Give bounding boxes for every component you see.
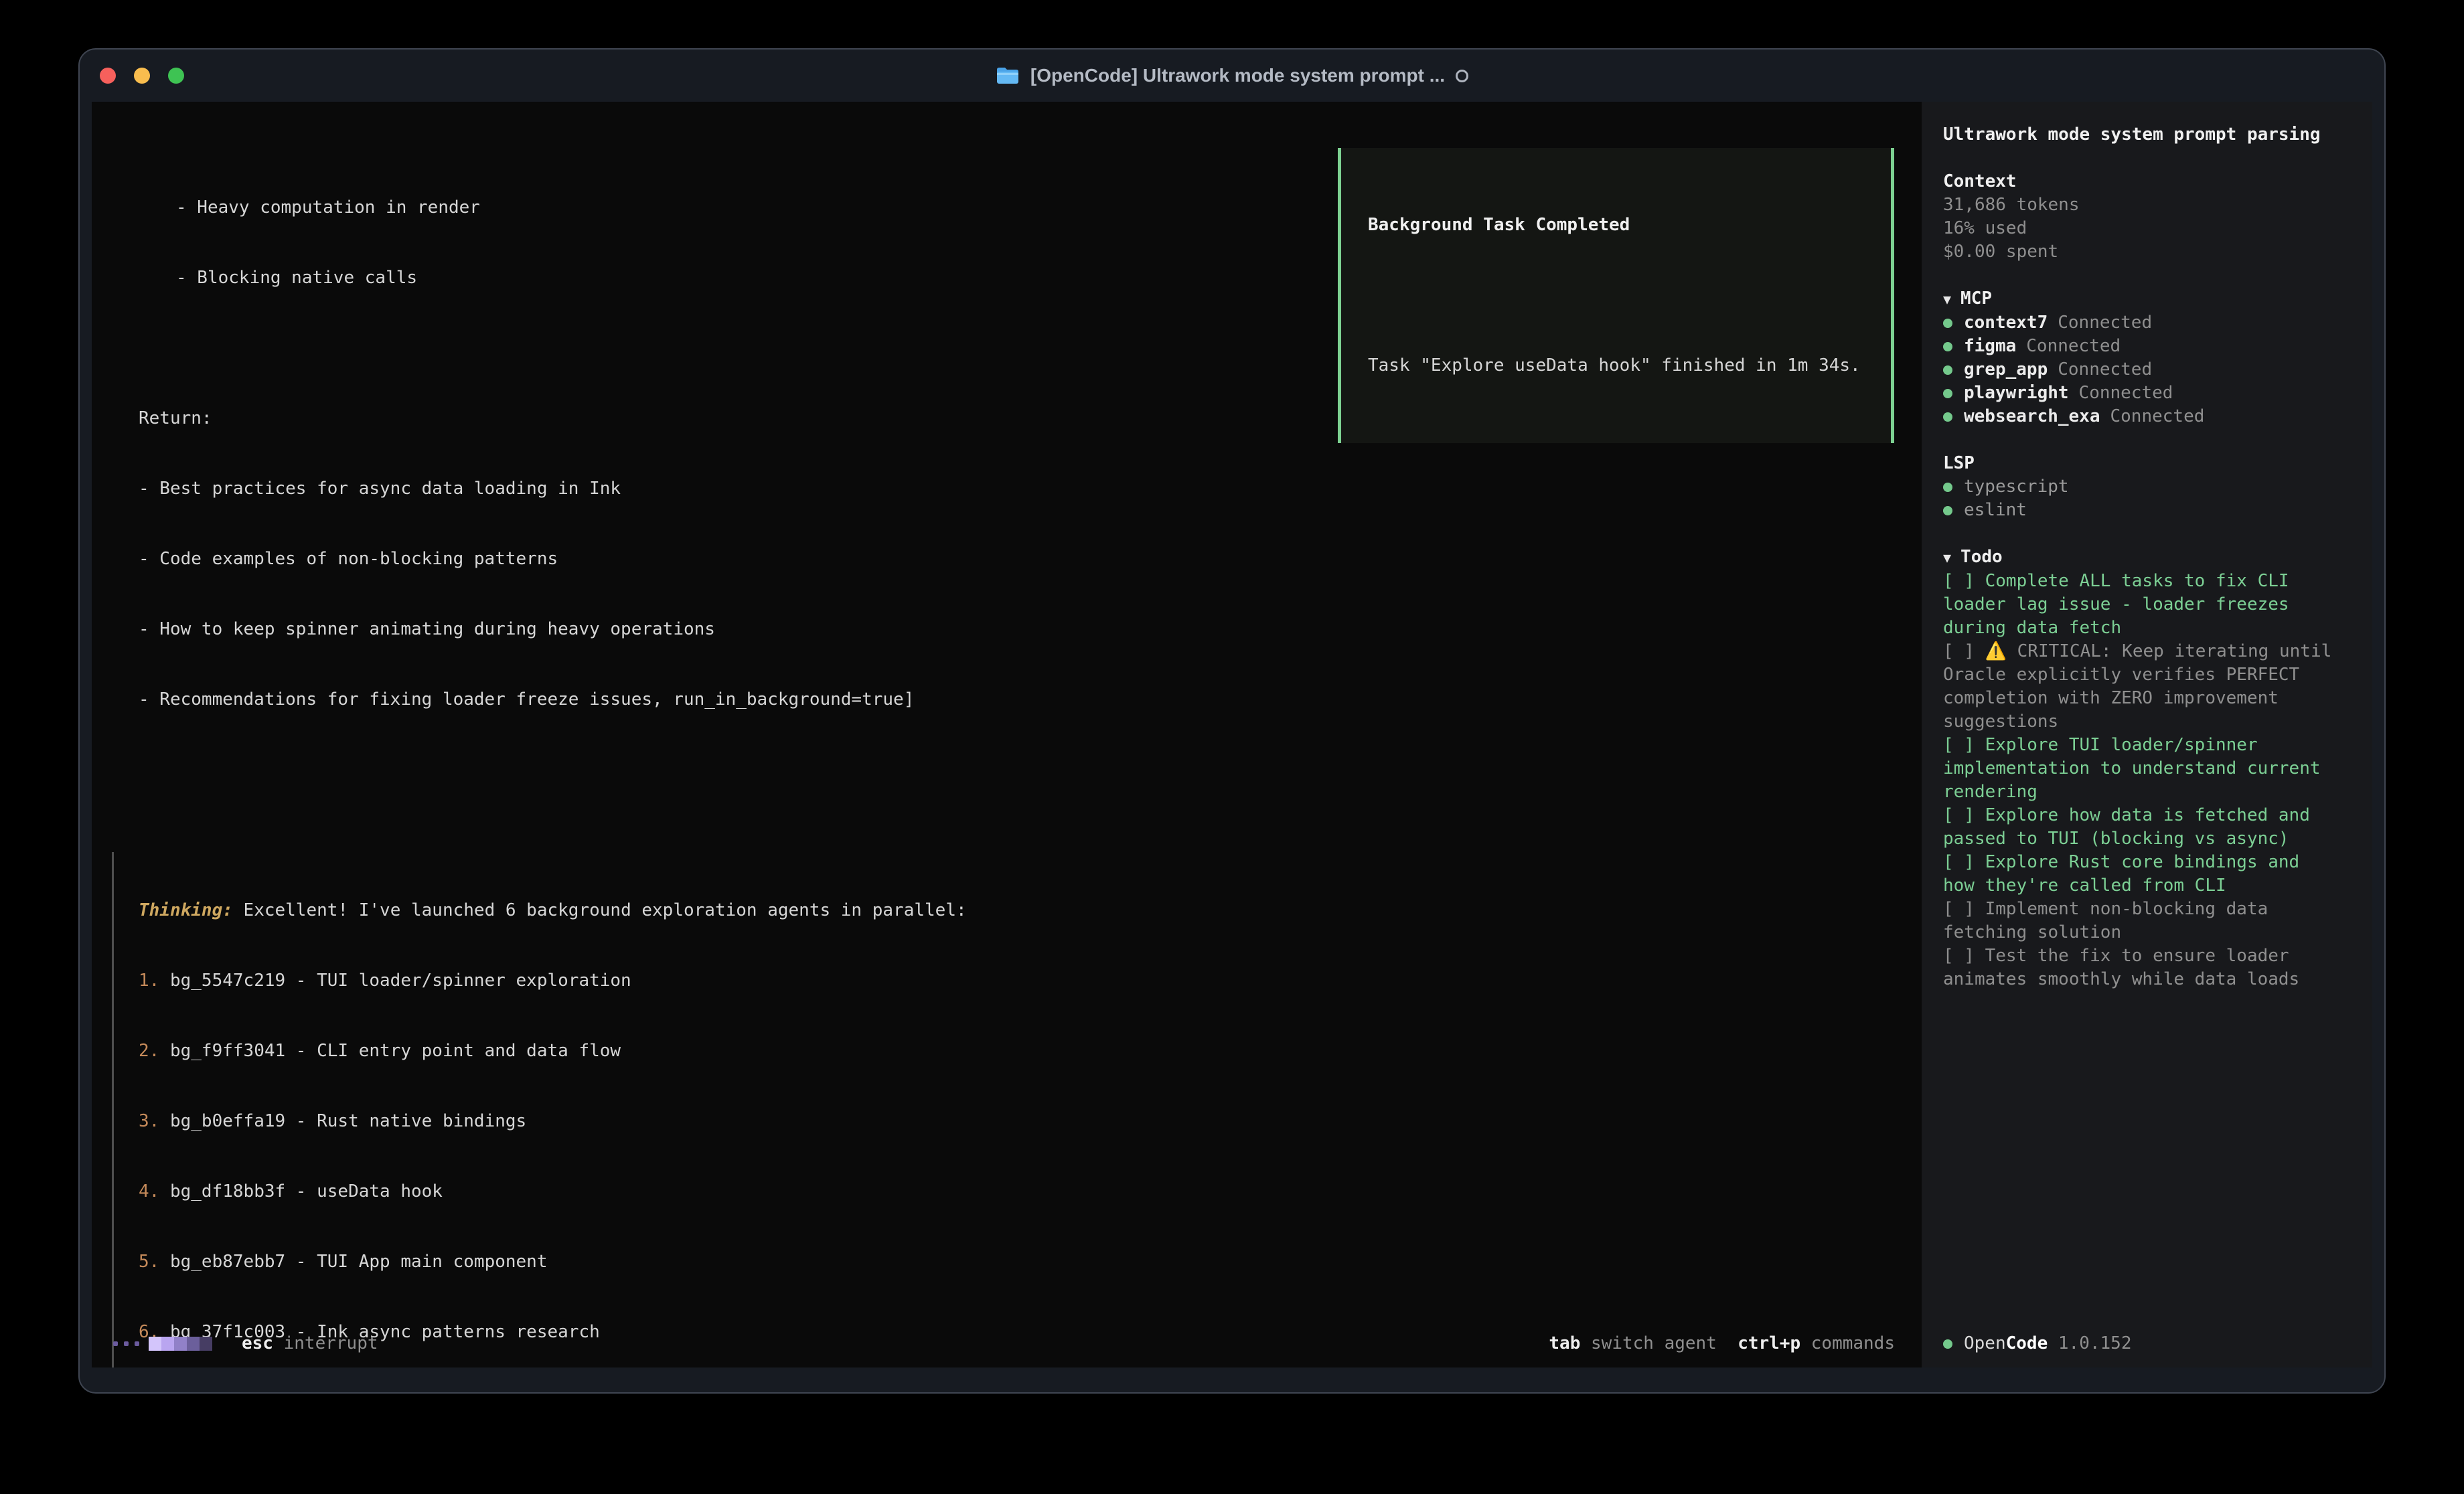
transcript-line: - Best practices for async data loading … [139, 477, 1922, 501]
tab-key-hint: tab [1549, 1332, 1580, 1355]
context-section-header: Context [1943, 170, 2335, 193]
mcp-item: playwrightConnected [1943, 382, 2335, 405]
background-task-notification: Background Task Completed Task "Explore … [1338, 148, 1894, 443]
transcript-line: - How to keep spinner animating during h… [139, 618, 1922, 641]
sidebar: Ultrawork mode system prompt parsing Con… [1922, 102, 2372, 1367]
ctrlp-key-hint: ctrl+p [1738, 1332, 1800, 1355]
transcript-line: - Code examples of non-blocking patterns [139, 548, 1922, 571]
triangle-down-icon: ▼ [1943, 291, 1951, 307]
lsp-item: typescript [1943, 475, 2335, 499]
sidebar-session-title: Ultrawork mode system prompt parsing [1943, 123, 2335, 147]
mcp-item: context7Connected [1943, 311, 2335, 335]
status-dot-icon [1943, 365, 1952, 375]
terminal-main-panel: - Heavy computation in render - Blocking… [92, 102, 1922, 1367]
thinking-line: Thinking: Excellent! I've launched 6 bac… [139, 899, 1922, 922]
thinking-item: 2. bg_f9ff3041 - CLI entry point and dat… [139, 1040, 1922, 1063]
transcript-line: - Recommendations for fixing loader free… [139, 688, 1922, 712]
thinking-item: 1. bg_5547c219 - TUI loader/spinner expl… [139, 969, 1922, 993]
thinking-block: Thinking: Excellent! I've launched 6 bac… [112, 852, 1922, 1367]
proxy-circle-icon [1456, 70, 1468, 82]
spinner-dots-icon [113, 1341, 139, 1346]
todo-item: [ ] Implement non-blocking data fetching… [1943, 898, 2335, 944]
brand-name: Open [1964, 1332, 2006, 1355]
context-tokens: 31,686 tokens [1943, 193, 2335, 217]
status-left: esc interrupt [113, 1332, 378, 1355]
mcp-section-header[interactable]: ▼MCP [1943, 287, 2335, 311]
todo-item: [ ] Explore Rust core bindings and how t… [1943, 851, 2335, 898]
todo-item: [ ] Explore TUI loader/spinner implement… [1943, 734, 2335, 804]
todo-section-header[interactable]: ▼Todo [1943, 546, 2335, 570]
sidebar-footer: OpenCode 1.0.152 [1943, 1332, 2131, 1355]
app-version: 1.0.152 [2048, 1332, 2131, 1355]
minimize-button[interactable] [134, 68, 150, 84]
lsp-item: eslint [1943, 499, 2335, 522]
window-title-text: [OpenCode] Ultrawork mode system prompt … [1030, 65, 1445, 86]
notification-body: Task "Explore useData hook" finished in … [1368, 354, 1891, 378]
status-bar: esc interrupt tab switch agent ctrl+p co… [113, 1332, 1895, 1355]
warning-icon: ⚠️ [1985, 641, 2007, 661]
status-dot-icon [1943, 506, 1952, 515]
desktop: { "titlebar": { "title": "[OpenCode] Ult… [0, 0, 2464, 1494]
status-dot-icon [1943, 342, 1952, 351]
thinking-item: 5. bg_eb87ebb7 - TUI App main component [139, 1250, 1922, 1274]
status-right: tab switch agent ctrl+p commands [1549, 1332, 1895, 1355]
mcp-item: grep_appConnected [1943, 358, 2335, 382]
todo-item: [ ] Complete ALL tasks to fix CLI loader… [1943, 570, 2335, 640]
window-title: [OpenCode] Ultrawork mode system prompt … [996, 65, 1468, 86]
thinking-item: 4. bg_df18bb3f - useData hook [139, 1180, 1922, 1204]
notification-title: Background Task Completed [1368, 214, 1891, 237]
status-dot-icon [1943, 412, 1952, 422]
status-dot-icon [1943, 389, 1952, 398]
content-row: - Heavy computation in render - Blocking… [92, 102, 2372, 1367]
esc-key-hint: esc [242, 1332, 273, 1355]
mcp-item: websearch_exaConnected [1943, 405, 2335, 428]
mcp-item: figmaConnected [1943, 335, 2335, 358]
thinking-label: Thinking: [139, 900, 233, 920]
window-controls [100, 50, 184, 102]
titlebar: [OpenCode] Ultrawork mode system prompt … [80, 50, 2384, 102]
status-dot-icon [1943, 1339, 1952, 1349]
todo-item: [ ] Explore how data is fetched and pass… [1943, 804, 2335, 851]
context-spent: $0.00 spent [1943, 240, 2335, 264]
status-dot-icon [1943, 483, 1952, 492]
todo-item: [ ] Test the fix to ensure loader animat… [1943, 944, 2335, 991]
triangle-down-icon: ▼ [1943, 550, 1951, 566]
thinking-item: 3. bg_b0effa19 - Rust native bindings [139, 1110, 1922, 1133]
todo-item: [ ] ⚠️ CRITICAL: Keep iterating until Or… [1943, 640, 2335, 734]
terminal-window: [OpenCode] Ultrawork mode system prompt … [78, 48, 2386, 1394]
status-dot-icon [1943, 319, 1952, 328]
close-button[interactable] [100, 68, 116, 84]
spinner-gradient-icon [149, 1337, 212, 1351]
lsp-section-header: LSP [1943, 452, 2335, 475]
folder-icon [996, 66, 1020, 86]
context-used: 16% used [1943, 217, 2335, 240]
maximize-button[interactable] [168, 68, 184, 84]
